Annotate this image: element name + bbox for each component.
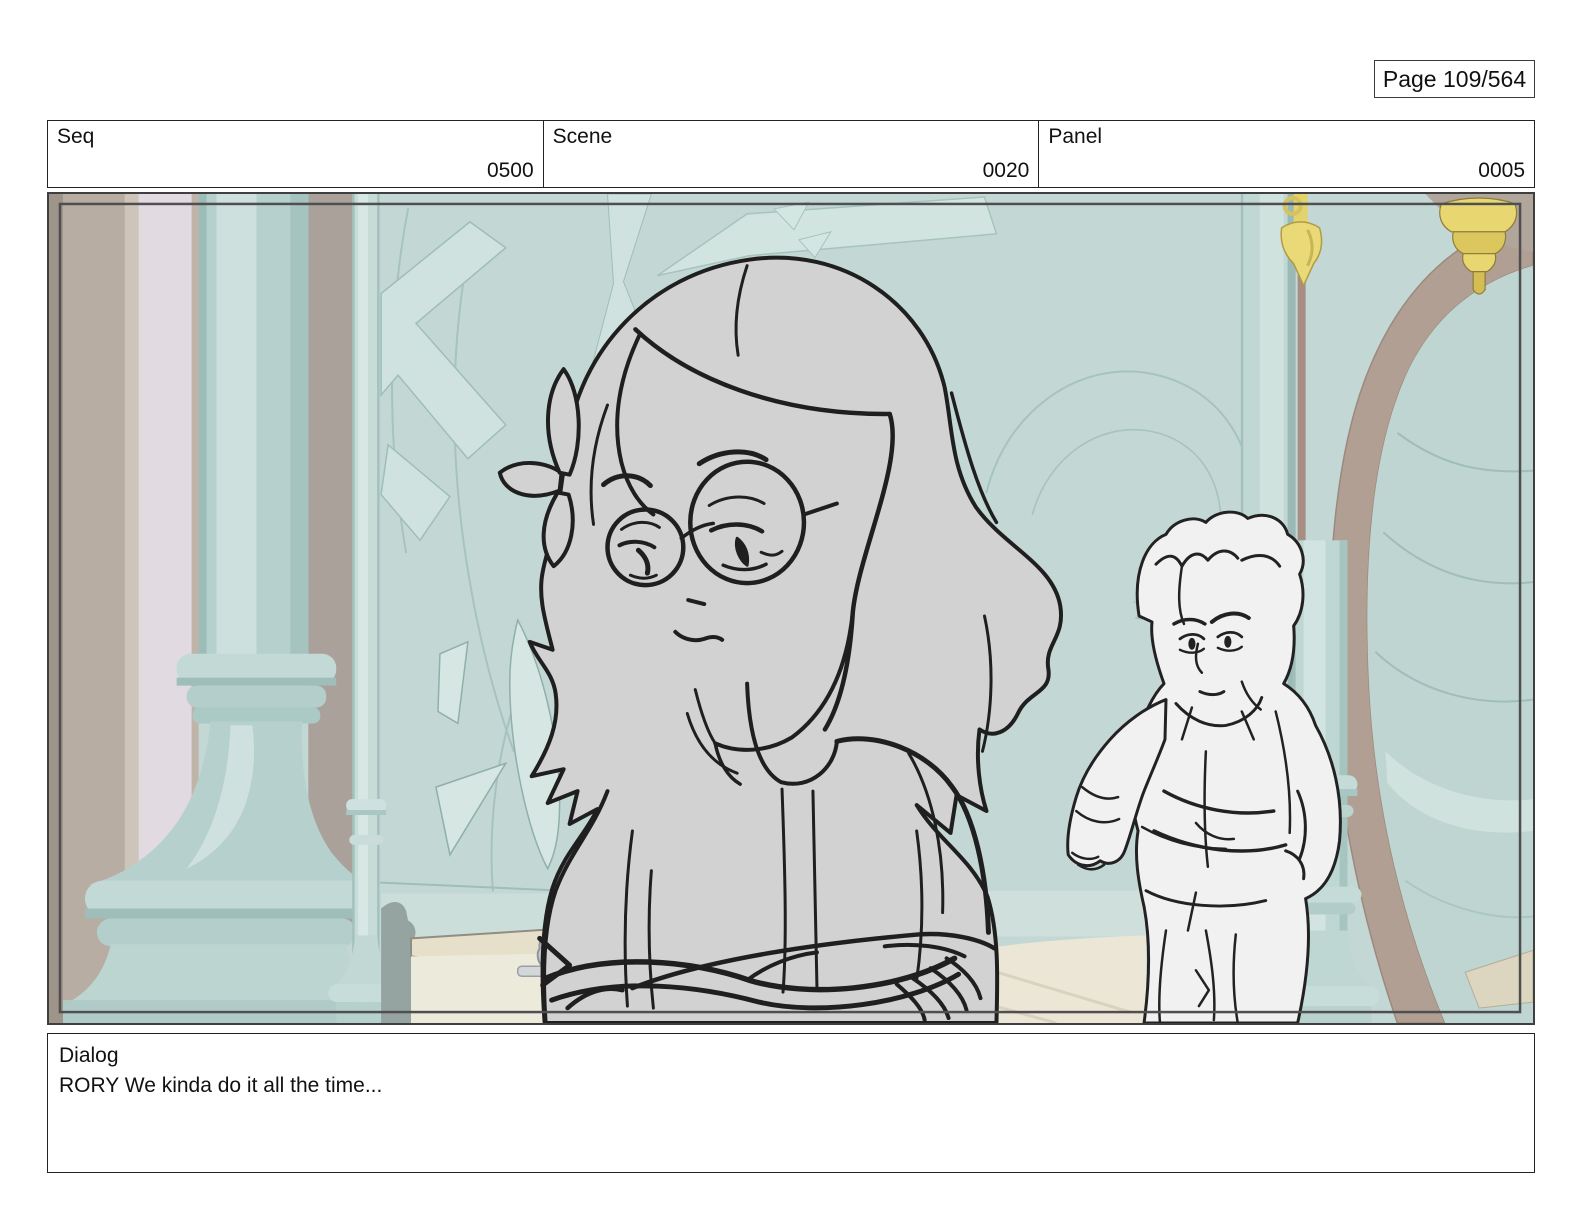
dialog-box: Dialog RORY We kinda do it all the time.… bbox=[47, 1033, 1535, 1173]
scene-value: 0020 bbox=[982, 159, 1030, 182]
storyboard-header-table: Seq 0500 Scene 0020 Panel 0005 bbox=[47, 120, 1535, 188]
storyboard-panel bbox=[47, 192, 1535, 1025]
scene-label: Scene bbox=[552, 125, 613, 148]
panel-cell: Panel 0005 bbox=[1038, 121, 1534, 187]
dialog-label: Dialog bbox=[59, 1044, 119, 1067]
seq-cell: Seq 0500 bbox=[48, 121, 543, 187]
panel-value: 0005 bbox=[1478, 159, 1526, 182]
scene-cell: Scene 0020 bbox=[542, 121, 1039, 187]
seq-label: Seq bbox=[57, 125, 95, 148]
panel-label: Panel bbox=[1048, 125, 1103, 148]
page-number-box: Page 109/564 bbox=[1374, 60, 1535, 98]
seq-value: 0500 bbox=[486, 159, 534, 182]
storyboard-artwork bbox=[49, 194, 1533, 1023]
page-number-text: Page 109/564 bbox=[1382, 65, 1527, 92]
dialog-text: RORY We kinda do it all the time... bbox=[59, 1074, 383, 1097]
